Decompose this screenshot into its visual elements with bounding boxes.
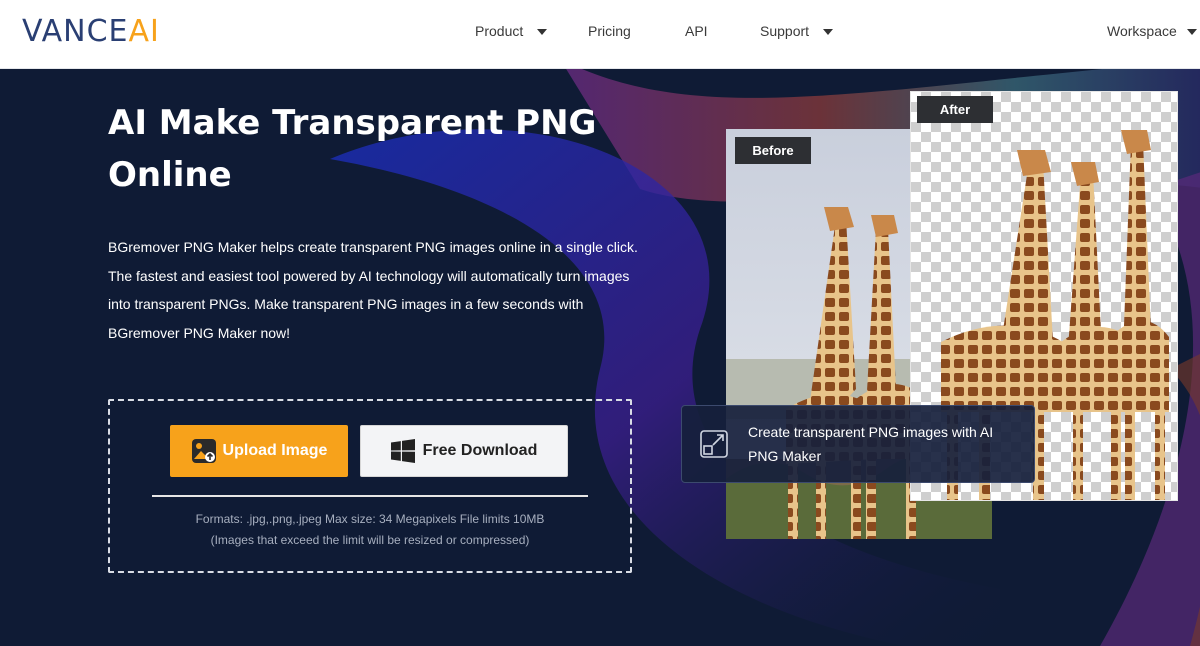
- page-title: AI Make Transparent PNG Online: [108, 103, 597, 195]
- vanceai-logo[interactable]: VANCEAI: [22, 14, 160, 49]
- caption-text: Create transparent PNG images with AI PN…: [748, 424, 994, 464]
- chevron-down-icon: [823, 29, 834, 35]
- nav-label: Support: [760, 23, 810, 39]
- expand-icon: [700, 430, 728, 458]
- preview-caption-card[interactable]: Create transparent PNG images with AI PN…: [681, 405, 1035, 483]
- format-info: Formats: .jpg,.png,.jpeg Max size: 34 Me…: [195, 512, 545, 547]
- windows-logo-icon: [390, 439, 415, 463]
- site-header: VANCEAI Product Pricing API Support Work…: [0, 0, 1200, 69]
- hero-section: AI Make Transparent PNG Online BGremover…: [0, 69, 1200, 646]
- nav-support[interactable]: Support: [760, 23, 834, 39]
- nav-pricing[interactable]: Pricing: [588, 23, 631, 39]
- nav-label: Product: [475, 23, 524, 39]
- nav-product[interactable]: Product: [475, 23, 548, 39]
- free-download-button[interactable]: Free Download: [360, 425, 568, 477]
- nav-label: Workspace: [1107, 23, 1177, 39]
- after-badge: After: [917, 96, 993, 123]
- nav-label: Pricing: [588, 23, 631, 39]
- upload-image-button[interactable]: Upload Image: [170, 425, 348, 477]
- hero-description: BGremover PNG Maker helps create transpa…: [108, 239, 638, 341]
- upload-label: Upload Image: [222, 442, 328, 459]
- upload-dropzone[interactable]: Upload Image Free Download Formats: .jpg…: [108, 399, 632, 573]
- chevron-down-icon: [1186, 29, 1197, 35]
- nav-workspace[interactable]: Workspace: [1107, 23, 1197, 39]
- download-label: Free Download: [422, 442, 538, 459]
- nav-api[interactable]: API: [685, 23, 708, 39]
- before-badge: Before: [735, 137, 811, 164]
- image-upload-icon: [191, 439, 216, 463]
- divider: [152, 495, 588, 497]
- chevron-down-icon: [537, 29, 548, 35]
- nav-label: API: [685, 23, 708, 39]
